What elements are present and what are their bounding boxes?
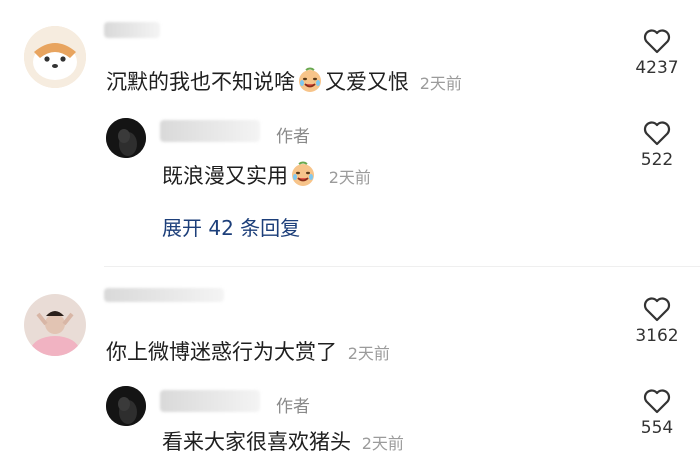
timestamp: 2天前 <box>419 74 462 93</box>
heart-outline-icon <box>643 29 671 54</box>
avatar[interactable] <box>24 294 86 356</box>
comment-text-part: 沉默的我也不知说啥 <box>106 70 295 94</box>
timestamp: 2天前 <box>328 168 371 187</box>
heart-outline-icon <box>643 121 671 146</box>
like-count: 554 <box>640 418 674 438</box>
heart-outline-icon <box>643 389 671 414</box>
like-button[interactable]: 3162 <box>622 296 692 346</box>
timestamp: 2天前 <box>347 344 390 363</box>
comment-text-part: 又爱又恨 <box>325 70 409 94</box>
comment-item: 沉默的我也不知说啥 又爱又恨 2天前 4237 作者 既浪漫又实用 2天前 522… <box>0 0 700 265</box>
comment-text-part: 你上微博迷惑行为大赏了 <box>106 340 337 364</box>
heart-outline-icon <box>643 297 671 322</box>
author-avatar[interactable] <box>106 118 146 158</box>
crying-laugh-emoji-icon <box>290 161 316 187</box>
crying-laugh-emoji-icon <box>297 67 323 93</box>
author-tag: 作者 <box>276 397 310 417</box>
author-avatar[interactable] <box>106 386 146 426</box>
author-tag: 作者 <box>276 127 310 147</box>
comment-text: 你上微博迷惑行为大赏了 2天前 <box>106 336 390 366</box>
reply-text: 看来大家很喜欢猪头 2天前 <box>162 426 404 456</box>
reply-text: 既浪漫又实用 2天前 <box>162 160 371 190</box>
expand-replies-link[interactable]: 展开 42 条回复 <box>162 212 300 241</box>
username-blurred[interactable] <box>160 390 260 412</box>
reply-text-part: 看来大家很喜欢猪头 <box>162 430 351 454</box>
like-count: 522 <box>640 150 674 170</box>
timestamp: 2天前 <box>361 434 404 453</box>
comment-item: 你上微博迷惑行为大赏了 2天前 3162 作者 看来大家很喜欢猪头 2天前 55… <box>0 266 700 468</box>
like-count: 3162 <box>635 326 679 346</box>
comment-text: 沉默的我也不知说啥 又爱又恨 2天前 <box>106 66 462 96</box>
username-blurred[interactable] <box>160 120 260 142</box>
like-button[interactable]: 554 <box>622 388 692 438</box>
like-button[interactable]: 522 <box>622 120 692 170</box>
username-blurred[interactable] <box>104 288 224 302</box>
like-button[interactable]: 4237 <box>622 28 692 78</box>
avatar[interactable] <box>24 26 86 88</box>
username-blurred[interactable] <box>104 22 160 38</box>
like-count: 4237 <box>635 58 679 78</box>
reply-text-part: 既浪漫又实用 <box>162 164 288 188</box>
